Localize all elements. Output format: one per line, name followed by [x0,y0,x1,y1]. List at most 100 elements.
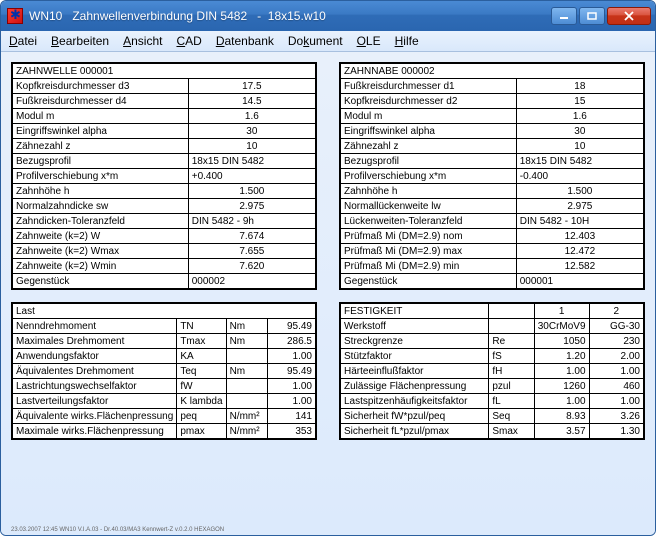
param-symbol: TN [177,319,226,334]
table-row: Maximales DrehmomentTmaxNm286.5 [13,334,316,349]
param-value: 230 [589,334,643,349]
param-label: Härteeinflußfaktor [341,364,489,379]
table-row: Zahnweite (k=2) Wmin7.620 [13,259,316,274]
table-header: Last [13,304,316,319]
param-unit [226,379,267,394]
close-icon [623,11,635,21]
menu-item-ansicht[interactable]: Ansicht [123,34,162,48]
param-symbol: pmax [177,424,226,439]
param-value: 1050 [534,334,589,349]
param-value: 2.975 [516,199,643,214]
table-row: Zahnhöhe h1.500 [13,184,316,199]
param-value: 1.6 [516,109,643,124]
param-value: 1.30 [589,424,643,439]
table-row: LastspitzenhäufigkeitsfaktorfL1.001.00 [341,394,644,409]
param-value: 286.5 [267,334,315,349]
param-label: Gegenstück [13,274,189,289]
table-row: Werkstoff30CrMoV9GG-30 [341,319,644,334]
param-value: 12.472 [516,244,643,259]
menu-item-hilfe[interactable]: Hilfe [395,34,419,48]
menu-item-bearbeiten[interactable]: Bearbeiten [51,34,109,48]
table-row: Gegenstück000002 [13,274,316,289]
table-row: Maximale wirks.FlächenpressungpmaxN/mm²3… [13,424,316,439]
window-title: WN10 Zahnwellenverbindung DIN 5482 - 18x… [29,9,326,23]
param-value: 7.655 [188,244,315,259]
param-value: 1.00 [534,364,589,379]
table-row: Fußkreisdurchmesser d118 [341,79,644,94]
param-label: Profilverschiebung x*m [341,169,517,184]
table-row: Zähnezahl z10 [341,139,644,154]
param-value: 1.500 [188,184,315,199]
param-label: Zahnweite (k=2) Wmax [13,244,189,259]
menubar: Datei Bearbeiten Ansicht CAD Datenbank Dokume… [1,31,655,52]
param-value: 95.49 [267,319,315,334]
param-value: DIN 5482 - 10H [516,214,643,229]
table-row: Normallückenweite lw2.975 [341,199,644,214]
table-row: StützfaktorfS1.202.00 [341,349,644,364]
table-row: Fußkreisdurchmesser d414.5 [13,94,316,109]
param-value: 7.620 [188,259,315,274]
menu-item-cad[interactable]: CAD [176,34,201,48]
minimize-icon [559,12,569,20]
param-symbol: pzul [489,379,534,394]
param-label: Streckgrenze [341,334,489,349]
table-row: Normalzahndicke sw2.975 [13,199,316,214]
param-value: 1.500 [516,184,643,199]
param-label: Gegenstück [341,274,517,289]
param-value: 18x15 DIN 5482 [188,154,315,169]
param-value: GG-30 [589,319,643,334]
param-label: Lastrichtungswechselfaktor [13,379,177,394]
param-value: 18 [516,79,643,94]
table-row: Äquivalentes DrehmomentTeqNm95.49 [13,364,316,379]
param-value: 18x15 DIN 5482 [516,154,643,169]
param-symbol: Re [489,334,534,349]
table-header: FESTIGKEIT [341,304,489,319]
param-unit: N/mm² [226,424,267,439]
minimize-button[interactable] [551,7,577,25]
param-value: 10 [516,139,643,154]
param-label: Äquivalentes Drehmoment [13,364,177,379]
table-row: Prüfmaß Mi (DM=2.9) nom12.403 [341,229,644,244]
table-last: LastNenndrehmomentTNNm95.49Maximales Dre… [11,302,317,440]
param-label: Zahnhöhe h [13,184,189,199]
param-value: 1.00 [267,394,315,409]
menu-item-dokument[interactable]: Dokument [288,34,343,48]
client-area: ZAHNWELLE 000001Kopfkreisdurchmesser d3 1… [1,52,655,535]
param-label: Profilverschiebung x*m [13,169,189,184]
param-label: Modul m [13,109,189,124]
param-unit [226,349,267,364]
param-value: 353 [267,424,315,439]
table-row: Zahnhöhe h1.500 [341,184,644,199]
titlebar: WN10 Zahnwellenverbindung DIN 5482 - 18x… [1,1,655,31]
param-symbol: Seq [489,409,534,424]
table-row: AnwendungsfaktorKA1.00 [13,349,316,364]
column-header [489,304,534,319]
param-label: Sicherheit fW*pzul/peq [341,409,489,424]
param-label: Bezugsprofil [13,154,189,169]
table-row: Eingriffswinkel alpha30 [341,124,644,139]
param-symbol: Tmax [177,334,226,349]
param-label: Prüfmaß Mi (DM=2.9) min [341,259,517,274]
param-label: Sicherheit fL*pzul/pmax [341,424,489,439]
table-row: Zahndicken-ToleranzfeldDIN 5482 - 9h [13,214,316,229]
menu-item-ole[interactable]: OLE [357,34,381,48]
table-header: ZAHNWELLE 000001 [13,64,316,79]
param-value: 1.00 [589,364,643,379]
param-label: Zahnhöhe h [341,184,517,199]
param-value: 12.582 [516,259,643,274]
table-row: Lückenweiten-ToleranzfeldDIN 5482 - 10H [341,214,644,229]
param-value: 1.00 [589,394,643,409]
menu-item-datei[interactable]: Datei [9,34,37,48]
maximize-button[interactable] [579,7,605,25]
param-label: Kopfkreisdurchmesser d3 [13,79,189,94]
close-button[interactable] [607,7,651,25]
table-row: Prüfmaß Mi (DM=2.9) min12.582 [341,259,644,274]
param-value: 30 [188,124,315,139]
table-row: Modul m1.6 [13,109,316,124]
param-value: 1.00 [267,379,315,394]
menu-item-datenbank[interactable]: Datenbank [216,34,274,48]
param-label: Lückenweiten-Toleranzfeld [341,214,517,229]
param-label: Bezugsprofil [341,154,517,169]
param-value: 2.00 [589,349,643,364]
param-label: Eingriffswinkel alpha [341,124,517,139]
